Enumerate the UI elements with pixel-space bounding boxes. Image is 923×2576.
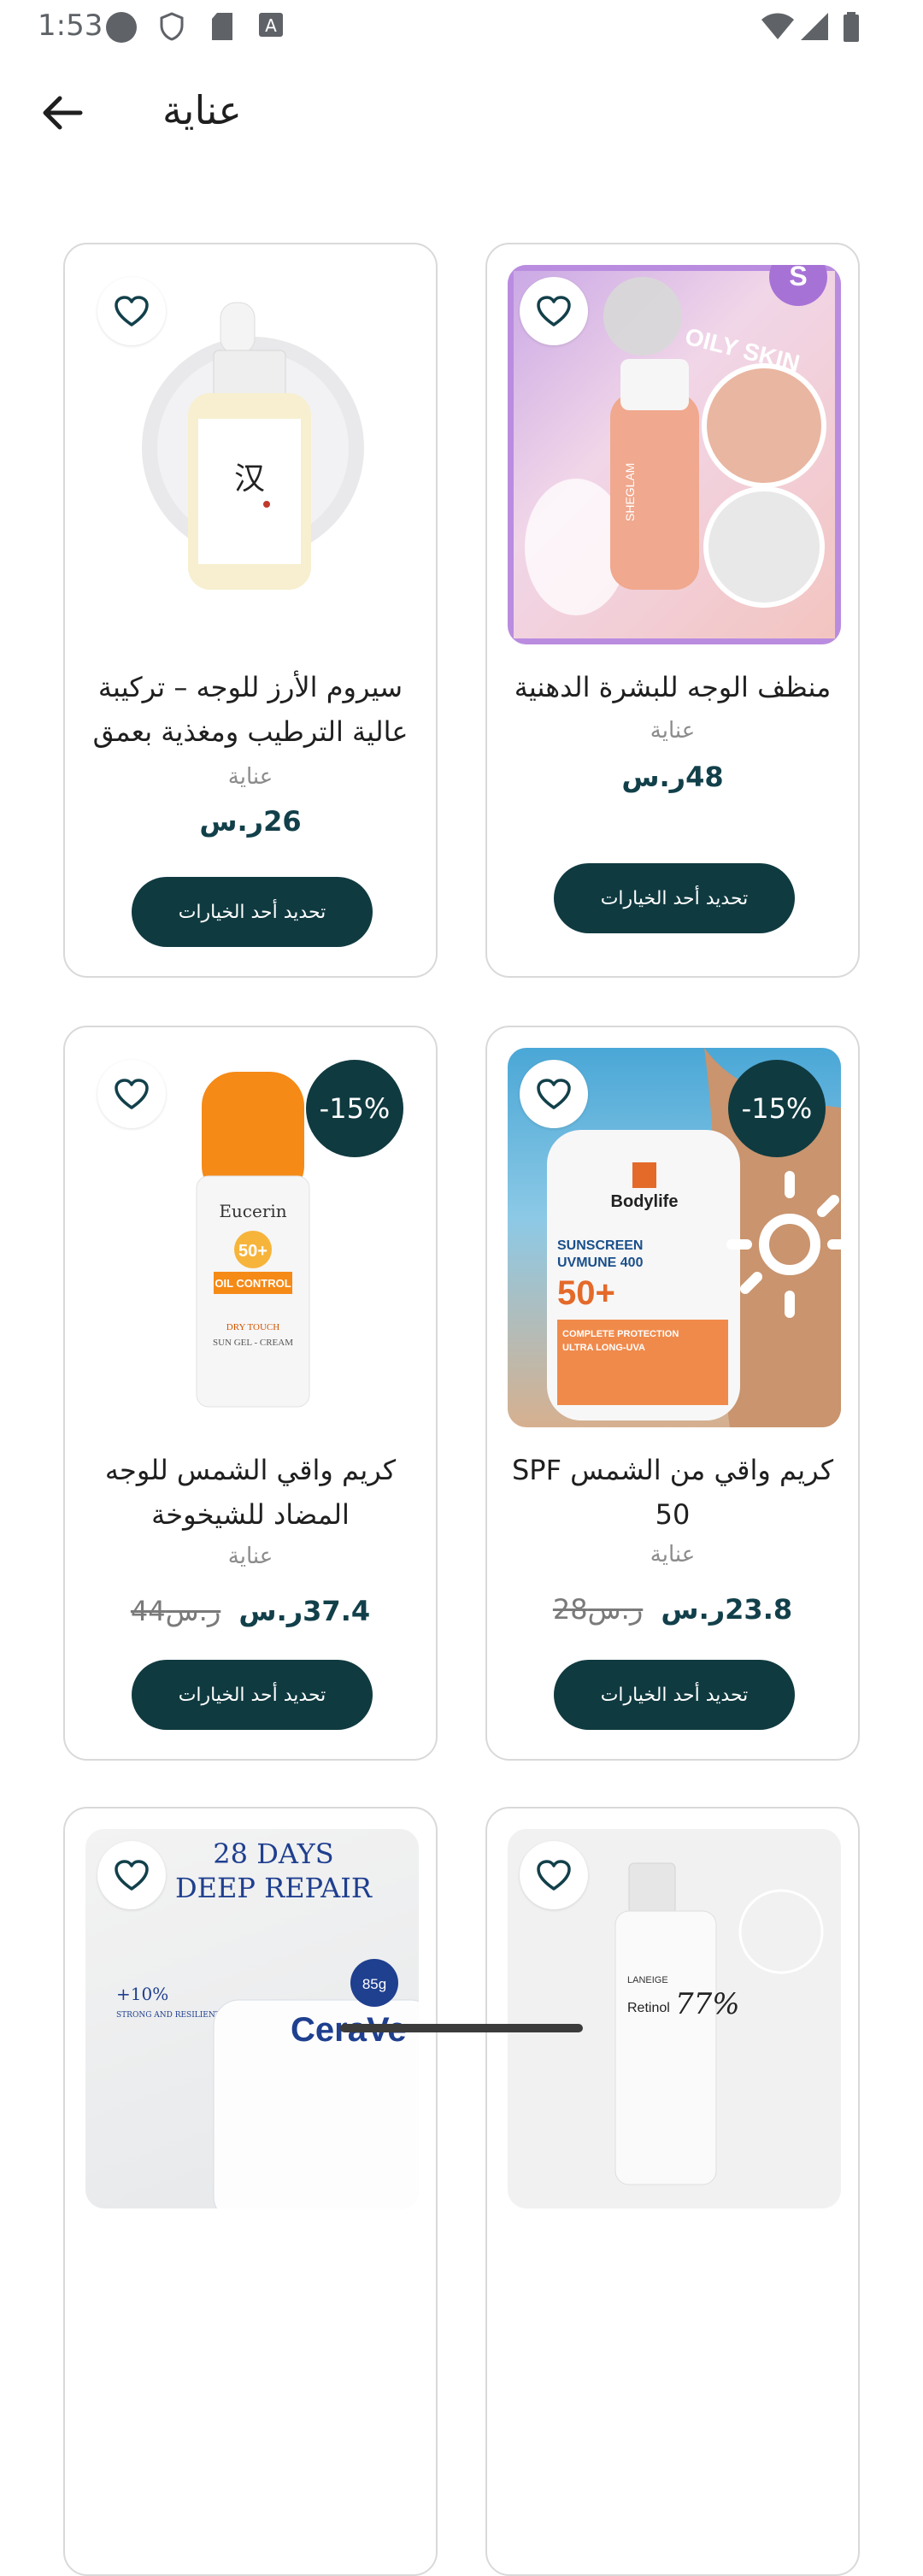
price-row: 48ر.س xyxy=(487,761,858,793)
select-options-button[interactable]: تحديد أحد الخيارات xyxy=(132,877,373,947)
heart-icon xyxy=(115,1860,149,1891)
uvmune-text: UVMUNE 400 xyxy=(557,1256,644,1270)
retinol-percent-text: 77% xyxy=(675,1987,740,2021)
back-arrow-icon[interactable] xyxy=(38,89,85,137)
sunscreen-label-text: SUNSCREEN xyxy=(557,1238,643,1253)
ultra-long-uva-text: ULTRA LONG-UVA xyxy=(562,1343,645,1353)
old-price: 44ر.س xyxy=(130,1595,221,1627)
svg-text:汉: 汉 xyxy=(234,462,265,497)
complete-protection-text: COMPLETE PROTECTION xyxy=(562,1329,679,1339)
favorite-button[interactable] xyxy=(97,1841,166,1909)
favorite-button[interactable] xyxy=(97,1060,166,1128)
discount-badge: -15% xyxy=(728,1060,826,1157)
product-card[interactable]: Eucerin 50+ OIL CONTROL DRY TOUCH SUN GE… xyxy=(63,1026,438,1761)
select-options-button[interactable]: تحديد أحد الخيارات xyxy=(554,1660,795,1730)
product-name[interactable]: كريم واقي الشمس للوجه المضاد للشيخوخة xyxy=(82,1448,419,1537)
svg-text:A: A xyxy=(265,15,277,36)
heart-icon xyxy=(537,296,571,326)
heart-icon xyxy=(115,1079,149,1109)
deep-repair-text: DEEP REPAIR xyxy=(175,1872,373,1904)
product-name[interactable]: كريم واقي من الشمس SPF 50 xyxy=(504,1448,841,1537)
laneige-brand-text: LANEIGE xyxy=(627,1975,668,1985)
status-time: 1:53 xyxy=(38,9,103,43)
page-title: عناية xyxy=(162,87,242,133)
product-card[interactable]: SHEGLAM OILY SKIN S منظف الوجه للبشرة ال… xyxy=(485,243,860,978)
svg-text:S: S xyxy=(789,265,807,291)
status-bar: 1:53 A xyxy=(0,0,923,53)
product-brand: عناية xyxy=(227,1544,273,1569)
price-row: 44ر.س 37.4ر.س xyxy=(65,1595,436,1627)
plus-percent-text: +10% xyxy=(116,1984,168,2004)
product-brand: عناية xyxy=(650,1542,696,1567)
eucerin-brand-text: Eucerin xyxy=(219,1201,286,1221)
heart-icon xyxy=(537,1860,571,1891)
favorite-button[interactable] xyxy=(97,277,166,345)
product-price: 37.4ر.س xyxy=(238,1595,371,1627)
price-row: 26ر.س xyxy=(65,805,436,838)
home-indicator[interactable] xyxy=(340,2024,583,2032)
dry-touch-text: DRY TOUCH xyxy=(226,1322,280,1332)
wifi-icon xyxy=(761,13,794,39)
spf-text: 50+ xyxy=(557,1274,615,1312)
product-price: 48ر.س xyxy=(621,761,724,793)
product-card[interactable]: LANEIGE Retinol 77% xyxy=(485,1807,860,2576)
app-bar: عناية xyxy=(0,53,923,181)
price-row: 28ر.س 23.8ر.س xyxy=(487,1593,858,1626)
keyboard-a-icon: A xyxy=(259,13,283,37)
select-options-button[interactable]: تحديد أحد الخيارات xyxy=(554,863,795,933)
eucerin-spf-text: 50+ xyxy=(238,1242,267,1261)
favorite-button[interactable] xyxy=(520,277,588,345)
bodylife-brand-text: Bodylife xyxy=(611,1192,679,1211)
retinol-text: Retinol xyxy=(627,2001,670,2015)
product-price: 26ر.س xyxy=(199,805,302,838)
days-text: 28 DAYS xyxy=(213,1838,333,1870)
old-price: 28ر.س xyxy=(552,1593,644,1626)
sd-card-icon xyxy=(212,13,232,40)
discount-badge: -15% xyxy=(306,1060,403,1157)
sun-gel-text: SUN GEL - CREAM xyxy=(213,1338,293,1348)
signal-icon xyxy=(801,13,828,40)
favorite-button[interactable] xyxy=(520,1841,588,1909)
shield-icon xyxy=(160,12,184,41)
product-brand: عناية xyxy=(227,764,273,790)
product-card[interactable]: Bodylife SUNSCREEN UVMUNE 400 50+ COMPLE… xyxy=(485,1026,860,1761)
product-card[interactable]: 汉 سيروم الأرز للوجه – تركيبة عالية الترط… xyxy=(63,243,438,978)
product-name[interactable]: سيروم الأرز للوجه – تركيبة عالية الترطيب… xyxy=(82,665,419,754)
product-price: 23.8ر.س xyxy=(661,1593,793,1626)
heart-icon xyxy=(537,1079,571,1109)
favorite-button[interactable] xyxy=(520,1060,588,1128)
product-card[interactable]: 28 DAYS DEEP REPAIR +10% STRONG AND RESI… xyxy=(63,1807,438,2576)
battery-icon xyxy=(844,12,859,42)
oil-control-text: OIL CONTROL xyxy=(215,1277,291,1290)
heart-icon xyxy=(115,296,149,326)
cleanser-brand-text: SHEGLAM xyxy=(623,463,637,521)
select-options-button[interactable]: تحديد أحد الخيارات xyxy=(132,1660,373,1730)
notification-dot-icon xyxy=(106,12,137,43)
product-brand: عناية xyxy=(650,718,696,744)
weight-text: 85g xyxy=(362,1976,386,1992)
product-name[interactable]: منظف الوجه للبشرة الدهنية xyxy=(504,665,841,709)
